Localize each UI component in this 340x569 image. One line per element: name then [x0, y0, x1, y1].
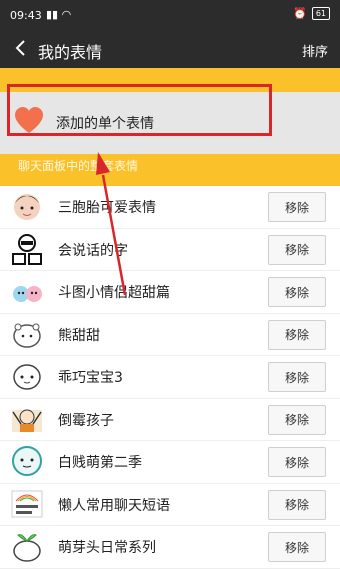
- sticker-set-name: 懒人常用聊天短语: [58, 497, 170, 514]
- remove-button[interactable]: 移除: [268, 319, 326, 350]
- back-button[interactable]: [8, 34, 32, 62]
- kid-icon: [12, 409, 42, 432]
- round-face-icon: [12, 446, 42, 476]
- remove-button[interactable]: 移除: [268, 447, 326, 477]
- list-item[interactable]: 萌芽头日常系列 移除: [0, 526, 340, 569]
- battery-indicator: 61: [311, 7, 330, 20]
- favorites-banner: 添加的单个表情 聊天面板中的整套表情: [0, 68, 340, 186]
- remove-button[interactable]: 移除: [268, 489, 326, 520]
- chevron-left-icon: [15, 40, 25, 56]
- baby-icon: [13, 364, 41, 390]
- sticker-set-name: 白贱萌第二季: [58, 455, 142, 471]
- list-item[interactable]: 熊甜甜 移除: [0, 314, 340, 356]
- status-time: 09:43: [10, 9, 42, 22]
- sticker-set-name: 乖巧宝宝3: [58, 370, 123, 386]
- title-bar: 我的表情 排序: [0, 30, 340, 68]
- remove-button[interactable]: 移除: [268, 277, 326, 307]
- remove-button[interactable]: 移除: [268, 192, 326, 222]
- page-title: 我的表情: [38, 43, 103, 62]
- sticker-set-name: 会说话的字: [58, 242, 128, 259]
- section-label: 聊天面板中的整套表情: [18, 159, 139, 173]
- sticker-set-name: 三胞胎可爱表情: [58, 200, 156, 216]
- sticker-set-name: 萌芽头日常系列: [58, 540, 156, 556]
- sticker-set-name: 倒霉孩子: [58, 412, 114, 429]
- baby-face-icon: [14, 194, 40, 220]
- remove-button[interactable]: 移除: [268, 532, 326, 562]
- list-item[interactable]: 倒霉孩子 移除: [0, 399, 340, 441]
- sticker-set-name: 斗图小情侣超甜篇: [58, 285, 170, 301]
- status-bar: 09:43 ▮▮ ◠ ⏰ 61: [0, 0, 340, 30]
- remove-button[interactable]: 移除: [268, 404, 326, 435]
- daily-phrase-icon: [11, 490, 43, 517]
- bear-icon: [13, 323, 41, 348]
- list-item[interactable]: 会说话的字 移除: [0, 229, 340, 271]
- couple-icon: [13, 286, 42, 302]
- sprout-head-icon: [13, 534, 41, 562]
- list-item[interactable]: 白贱萌第二季 移除: [0, 441, 340, 484]
- list-item[interactable]: 懒人常用聊天短语 移除: [0, 484, 340, 526]
- list-item[interactable]: 斗图小情侣超甜篇 移除: [0, 271, 340, 314]
- sticker-set-name: 熊甜甜: [58, 327, 100, 344]
- list-item[interactable]: 三胞胎可爱表情 移除: [0, 186, 340, 229]
- talking-text-icon: [12, 233, 42, 265]
- highlight-box: [7, 84, 272, 136]
- remove-button[interactable]: 移除: [268, 362, 326, 392]
- alarm-icon: ⏰: [293, 7, 307, 20]
- remove-button[interactable]: 移除: [268, 234, 326, 265]
- list-item[interactable]: 乖巧宝宝3 移除: [0, 356, 340, 399]
- signal-wifi-icons: ▮▮ ◠: [46, 8, 72, 21]
- sort-button[interactable]: 排序: [302, 41, 328, 60]
- sticker-set-list: 三胞胎可爱表情 移除 会说话的字 移除 斗图小情侣超甜篇 移除 熊甜甜 移除 乖巧宝宝3 移除 倒霉…: [0, 186, 340, 569]
